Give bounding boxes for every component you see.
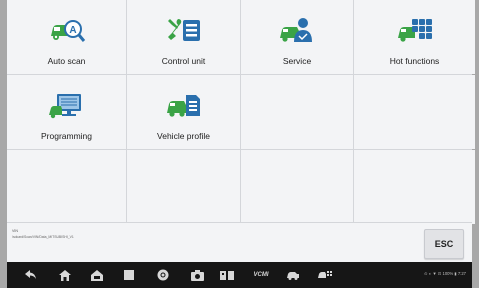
vehicle-profile-icon xyxy=(166,95,200,117)
tile-programming[interactable]: Programming xyxy=(7,75,126,149)
service-icon xyxy=(280,18,312,42)
tile-label: Auto scan xyxy=(47,56,86,66)
vin-path: /sdcard/Scan/VIN/Data_MITSUBISHI_V1 xyxy=(12,235,74,239)
vcm-label: VCMI xyxy=(253,272,269,278)
hot-functions-icon xyxy=(397,19,432,42)
empty-tile xyxy=(127,150,240,224)
vci-home-icon[interactable] xyxy=(89,268,105,282)
tile-label: Programming xyxy=(40,131,93,141)
svg-text:A: A xyxy=(69,25,76,36)
esc-button[interactable]: ESC xyxy=(424,229,464,259)
tile-vehicle-profile[interactable]: Vehicle profile xyxy=(127,75,240,149)
empty-tile xyxy=(241,150,353,224)
function-grid: A Auto scan Control unit Service Hot fun… xyxy=(7,0,475,224)
chrome-icon[interactable] xyxy=(155,268,171,282)
control-unit-icon xyxy=(167,19,200,41)
tile-control-unit[interactable]: Control unit xyxy=(127,0,240,74)
vcm-icon[interactable]: VCMI xyxy=(251,268,271,282)
empty-tile xyxy=(241,75,353,149)
empty-tile xyxy=(354,150,475,224)
recent-apps-icon[interactable] xyxy=(121,268,137,282)
tile-label: Vehicle profile xyxy=(157,131,210,141)
empty-tile xyxy=(7,150,126,224)
status-tray: ⊙ ◐ ▼ ⊡ 100% ▮ 7:27 xyxy=(424,271,466,276)
vehicle-status-icon[interactable] xyxy=(285,268,301,282)
screen-record-icon[interactable] xyxy=(219,268,235,282)
tile-auto-scan[interactable]: A Auto scan xyxy=(7,0,126,74)
auto-scan-icon: A xyxy=(50,20,85,42)
tile-label: Service xyxy=(282,56,312,66)
programming-icon xyxy=(48,94,81,119)
home-icon[interactable] xyxy=(57,268,73,282)
tile-hot-functions[interactable]: Hot functions xyxy=(354,0,475,74)
vin-label: VIN xyxy=(12,229,18,233)
back-icon[interactable] xyxy=(23,268,39,282)
empty-tile xyxy=(354,75,475,149)
vehicle-menu-icon[interactable] xyxy=(317,268,333,282)
system-navbar: VCMI ⊙ ◐ ▼ ⊡ 100% ▮ 7:27 xyxy=(7,262,472,288)
footer-bar: VIN /sdcard/Scan/VIN/Data_MITSUBISHI_V1 … xyxy=(7,222,472,263)
tile-label: Control unit xyxy=(161,56,206,66)
camera-icon[interactable] xyxy=(189,268,205,282)
tile-label: Hot functions xyxy=(389,56,440,66)
tile-service[interactable]: Service xyxy=(241,0,353,74)
